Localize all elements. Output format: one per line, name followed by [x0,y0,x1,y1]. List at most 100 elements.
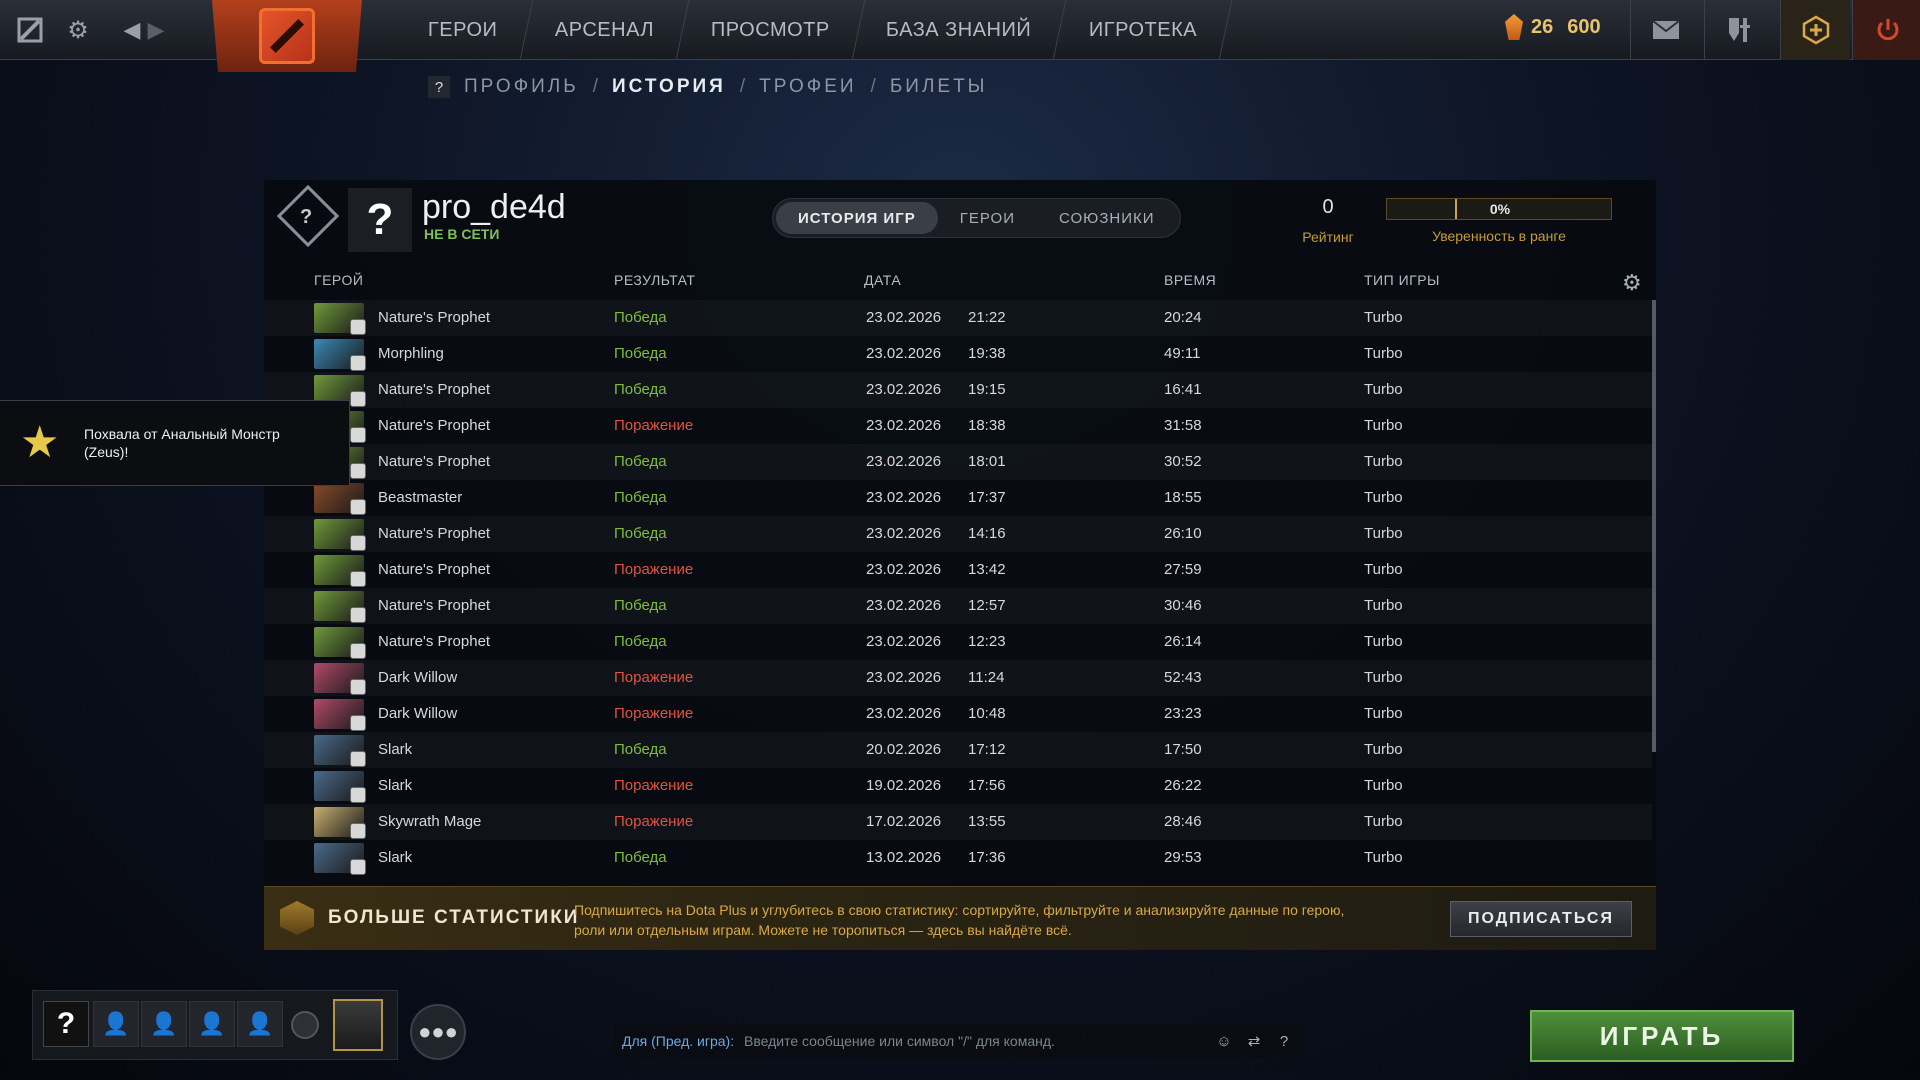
play-button[interactable]: ИГРАТЬ [1530,1010,1794,1062]
hero-name: Nature's Prophet [378,417,491,434]
game-mode: Turbo [1364,453,1403,470]
voice-chat-icon[interactable] [291,1011,319,1039]
table-row[interactable]: Nature's Prophet Поражение 23.02.2026 13:42… [264,552,1652,588]
nav-heroes[interactable]: ГЕРОИ [393,0,533,60]
table-row[interactable]: Beastmaster Победа 23.02.2026 17:37 18:55 Tur… [264,480,1652,516]
match-time: 12:23 [968,633,1006,650]
settings-gear-icon[interactable]: ⚙ [62,14,94,46]
table-row[interactable]: Nature's Prophet Поражение 23.02.2026 18:38… [264,408,1652,444]
party-slot-empty[interactable]: 👤 [237,1001,283,1047]
table-row[interactable]: Dark Willow Поражение 23.02.2026 11:24 52:43… [264,660,1652,696]
tab-allies[interactable]: СОЮЗНИКИ [1037,202,1177,234]
match-result: Победа [614,525,667,542]
nav-watch[interactable]: ПРОСМОТР [676,0,865,60]
friends-button[interactable]: ●●● [410,1004,466,1060]
party-slot-empty[interactable]: 👤 [189,1001,235,1047]
table-row[interactable]: Nature's Prophet Победа 23.02.2026 19:15 16:… [264,372,1652,408]
dota-logo-button[interactable] [212,0,362,72]
emoji-icon[interactable]: ☺ [1212,1029,1236,1053]
guild-banner-icon[interactable] [333,999,383,1051]
match-date: 23.02.2026 [866,345,942,362]
dashboard-icon[interactable] [14,14,46,46]
account-level: 26 [1531,15,1554,38]
table-row[interactable]: Nature's Prophet Победа 23.02.2026 14:16 26:… [264,516,1652,552]
hero-portrait [314,843,366,875]
power-icon [1877,19,1898,41]
chat-input[interactable] [744,1028,1224,1054]
breadcrumb-tickets[interactable]: БИЛЕТЫ [890,76,988,98]
column-hero[interactable]: ГЕРОЙ [314,272,363,288]
help-icon[interactable]: ? [428,76,450,98]
column-date[interactable]: ДАТА [864,272,901,288]
tab-heroes[interactable]: ГЕРОИ [938,202,1037,234]
currency-display[interactable]: 26 600 [1505,14,1601,40]
avatar[interactable]: ? [348,188,412,252]
match-time: 17:37 [968,489,1006,506]
match-date: 23.02.2026 [866,633,942,650]
nav-knowledge-base[interactable]: БАЗА ЗНАНИЙ [852,0,1068,60]
table-row[interactable]: Nature's Prophet Победа 23.02.2026 21:22 20:… [264,300,1652,336]
hero-name: Dark Willow [378,705,458,722]
armory-button[interactable] [1704,0,1774,60]
table-row[interactable]: Morphling Победа 23.02.2026 19:38 49:11 Turbo [264,336,1652,372]
match-duration: 17:50 [1164,741,1202,758]
table-row[interactable]: Nature's Prophet Победа 23.02.2026 18:01 30:… [264,444,1652,480]
table-row[interactable]: Skywrath Mage Поражение 17.02.2026 13:55 28:… [264,804,1652,840]
history-subtabs: ИСТОРИЯ ИГР ГЕРОИ СОЮЗНИКИ [772,198,1181,238]
hero-name: Slark [378,777,413,794]
confidence-value: 0% [1489,201,1511,217]
table-row[interactable]: Nature's Prophet Победа 23.02.2026 12:23 26:… [264,624,1652,660]
scrollbar[interactable] [1652,300,1656,752]
commend-notification[interactable]: ★ Похвала от Анальный Монстр (Zeus)! [0,400,350,486]
dota-plus-button[interactable] [1780,0,1850,60]
hero-portrait [314,771,366,803]
notification-text: Похвала от Анальный Монстр (Zeus)! [84,426,280,460]
match-time: 12:57 [968,597,1006,614]
profile-breadcrumb: ? ПРОФИЛЬ / ИСТОРИЯ / ТРОФЕИ / БИЛЕТЫ [428,76,988,98]
hero-portrait [314,483,366,515]
table-row[interactable]: Slark Победа 20.02.2026 17:12 17:50 Turbo [264,732,1652,768]
dota-plus-icon [1802,15,1829,45]
column-duration[interactable]: ВРЕМЯ [1164,272,1216,288]
column-game-mode[interactable]: ТИП ИГРЫ [1364,272,1440,288]
chat-wheel-icon[interactable]: ⇄ [1242,1029,1266,1053]
party-slot-self[interactable]: ? [43,1001,89,1047]
match-duration: 16:41 [1164,381,1202,398]
hero-portrait [314,627,366,659]
game-mode: Turbo [1364,669,1403,686]
table-row[interactable]: Slark Поражение 19.02.2026 17:56 26:22 Turbo [264,768,1652,804]
game-mode: Turbo [1364,309,1403,326]
nav-arcade[interactable]: ИГРОТЕКА [1054,0,1233,60]
tab-match-history[interactable]: ИСТОРИЯ ИГР [776,202,938,234]
match-result: Поражение [614,561,694,578]
hero-name: Nature's Prophet [378,381,491,398]
match-result: Поражение [614,777,694,794]
hero-portrait [314,555,366,587]
table-row[interactable]: Slark Победа 13.02.2026 17:36 29:53 Turbo [264,840,1652,876]
forward-arrow-icon[interactable]: ▶ [140,14,172,46]
party-bar: ? 👤 👤 👤 👤 [32,990,398,1060]
hero-name: Nature's Prophet [378,525,491,542]
mail-button[interactable] [1630,0,1700,60]
rating-value: 0 [1322,196,1334,218]
nav-arsenal[interactable]: АРСЕНАЛ [520,0,689,60]
breadcrumb-trophies[interactable]: ТРОФЕИ [759,76,856,98]
table-settings-gear-icon[interactable]: ⚙ [1622,270,1642,296]
party-slot-empty[interactable]: 👤 [93,1001,139,1047]
chat-help-icon[interactable]: ? [1272,1029,1296,1053]
breadcrumb-history[interactable]: ИСТОРИЯ [612,76,726,98]
exit-button[interactable] [1852,0,1920,60]
match-duration: 31:58 [1164,417,1202,434]
column-result[interactable]: РЕЗУЛЬТАТ [614,272,695,288]
match-time: 14:16 [968,525,1006,542]
subscribe-button[interactable]: ПОДПИСАТЬСЯ [1450,901,1632,937]
match-result: Поражение [614,705,694,722]
star-icon: ★ [20,418,60,467]
table-row[interactable]: Nature's Prophet Победа 23.02.2026 12:57 30:… [264,588,1652,624]
table-row[interactable]: Dark Willow Поражение 23.02.2026 10:48 23:23… [264,696,1652,732]
breadcrumb-profile[interactable]: ПРОФИЛЬ [464,76,579,98]
chat-channel[interactable]: Для (Пред. игра): [622,1033,734,1049]
party-slot-empty[interactable]: 👤 [141,1001,187,1047]
promo-title: БОЛЬШЕ СТАТИСТИКИ [328,907,580,928]
hero-portrait [314,663,366,695]
